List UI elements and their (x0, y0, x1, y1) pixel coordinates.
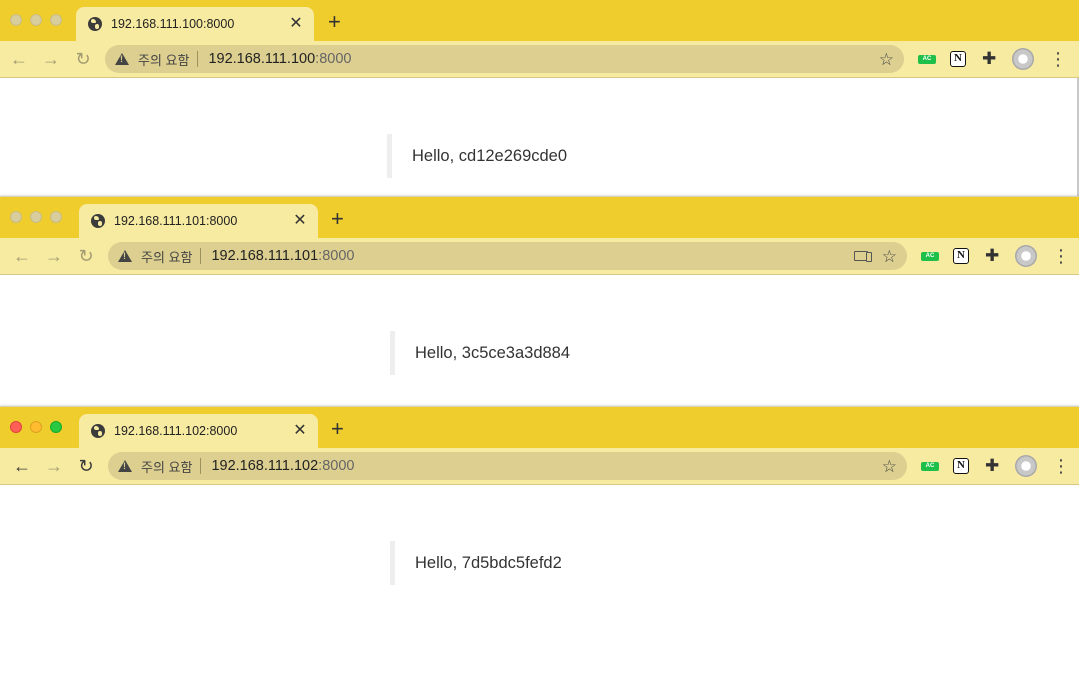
bookmark-star-icon[interactable]: ☆ (882, 458, 897, 475)
browser-menu-icon[interactable]: ⋮ (1049, 49, 1067, 69)
bookmark-star-icon[interactable]: ☆ (879, 51, 894, 68)
zoom-window-button[interactable] (50, 211, 62, 223)
extensions-puzzle-icon[interactable]: ✚ (985, 246, 999, 266)
bookmark-star-icon[interactable]: ☆ (882, 248, 897, 265)
notion-extension-icon[interactable]: N (950, 51, 966, 67)
ac-extension-icon[interactable]: AC (921, 252, 939, 261)
close-tab-icon[interactable]: ✕ (292, 423, 308, 439)
warning-icon[interactable] (118, 250, 132, 262)
url-port: :8000 (318, 458, 355, 474)
address-bar-actions: ☆ (882, 458, 907, 475)
divider (200, 248, 202, 264)
address-bar[interactable]: 주의 요함 192.168.111.102:8000 ☆ (108, 452, 907, 480)
tab-strip: 192.168.111.100:8000 ✕ + (0, 0, 1079, 41)
browser-window-3: 192.168.111.102:8000 ✕ + ← → ↻ 주의 요함 192… (0, 406, 1079, 675)
globe-icon (91, 424, 105, 438)
address-bar[interactable]: 주의 요함 192.168.111.101:8000 ☆ (108, 242, 907, 270)
blockquote: Hello, cd12e269cde0 (387, 134, 567, 178)
toolbar: ← → ↻ 주의 요함 192.168.111.101:8000 ☆ AC N … (0, 238, 1079, 275)
window-controls (10, 421, 62, 433)
tab-title: 192.168.111.101:8000 (114, 214, 238, 228)
reload-button[interactable]: ↻ (73, 49, 93, 69)
browser-menu-icon[interactable]: ⋮ (1052, 246, 1070, 266)
forward-button[interactable]: → (44, 246, 64, 266)
reload-button[interactable]: ↻ (76, 456, 96, 476)
zoom-window-button[interactable] (50, 421, 62, 433)
warning-icon[interactable] (118, 460, 132, 472)
security-warning-label[interactable]: 주의 요함 (141, 457, 192, 476)
close-window-button[interactable] (10, 211, 22, 223)
blockquote: Hello, 3c5ce3a3d884 (390, 331, 570, 375)
divider (200, 458, 202, 474)
address-bar-actions: ☆ (879, 51, 904, 68)
browser-window-1: 192.168.111.100:8000 ✕ + ← → ↻ 주의 요함 192… (0, 0, 1079, 196)
minimize-window-button[interactable] (30, 421, 42, 433)
blockquote: Hello, 7d5bdc5fefd2 (390, 541, 562, 585)
zoom-window-button[interactable] (50, 14, 62, 26)
browser-window-2: 192.168.111.101:8000 ✕ + ← → ↻ 주의 요함 192… (0, 196, 1079, 407)
window-controls (10, 14, 62, 26)
new-tab-button[interactable]: + (331, 418, 344, 440)
minimize-window-button[interactable] (30, 211, 42, 223)
toolbar: ← → ↻ 주의 요함 192.168.111.100:8000 ☆ AC N … (0, 41, 1079, 78)
hello-text: Hello, 7d5bdc5fefd2 (415, 553, 562, 572)
profile-avatar[interactable] (1015, 245, 1037, 267)
notion-extension-icon[interactable]: N (953, 458, 969, 474)
browser-menu-icon[interactable]: ⋮ (1052, 456, 1070, 476)
minimize-window-button[interactable] (30, 14, 42, 26)
ac-extension-icon[interactable]: AC (918, 55, 936, 64)
forward-button[interactable]: → (44, 456, 64, 476)
security-warning-label[interactable]: 주의 요함 (141, 247, 192, 266)
url-host: 192.168.111.102 (211, 458, 319, 474)
close-window-button[interactable] (10, 14, 22, 26)
window-controls (10, 211, 62, 223)
profile-avatar[interactable] (1012, 48, 1034, 70)
close-tab-icon[interactable]: ✕ (288, 16, 304, 32)
tab-active[interactable]: 192.168.111.102:8000 ✕ (79, 414, 318, 448)
forward-button[interactable]: → (41, 49, 61, 69)
globe-icon (88, 17, 102, 31)
url-port: :8000 (315, 51, 352, 67)
security-warning-label[interactable]: 주의 요함 (138, 50, 189, 69)
back-button[interactable]: ← (9, 49, 29, 69)
globe-icon (91, 214, 105, 228)
toolbar: ← → ↻ 주의 요함 192.168.111.102:8000 ☆ AC N … (0, 448, 1079, 485)
address-bar-actions: ☆ (853, 248, 907, 265)
new-tab-button[interactable]: + (331, 208, 344, 230)
tab-strip: 192.168.111.101:8000 ✕ + (0, 197, 1079, 238)
divider (197, 51, 199, 67)
warning-icon[interactable] (115, 53, 129, 65)
back-button[interactable]: ← (12, 456, 32, 476)
extensions-puzzle-icon[interactable]: ✚ (985, 456, 999, 476)
url-host: 192.168.111.100 (208, 51, 316, 67)
ac-extension-icon[interactable]: AC (921, 462, 939, 471)
address-bar[interactable]: 주의 요함 192.168.111.100:8000 ☆ (105, 45, 904, 73)
hello-text: Hello, 3c5ce3a3d884 (415, 343, 571, 362)
back-button[interactable]: ← (12, 246, 32, 266)
profile-avatar[interactable] (1015, 455, 1037, 477)
url-host: 192.168.111.101 (211, 248, 319, 264)
hello-text: Hello, cd12e269cde0 (412, 146, 568, 165)
tab-strip: 192.168.111.102:8000 ✕ + (0, 407, 1079, 448)
extensions-puzzle-icon[interactable]: ✚ (982, 49, 996, 69)
close-tab-icon[interactable]: ✕ (292, 213, 308, 229)
tab-active[interactable]: 192.168.111.100:8000 ✕ (76, 7, 314, 41)
tab-active[interactable]: 192.168.111.101:8000 ✕ (79, 204, 318, 238)
close-window-button[interactable] (10, 421, 22, 433)
tab-title: 192.168.111.102:8000 (114, 424, 238, 438)
notion-extension-icon[interactable]: N (953, 248, 969, 264)
reload-button[interactable]: ↻ (76, 246, 96, 266)
install-app-icon[interactable] (853, 251, 872, 262)
tab-title: 192.168.111.100:8000 (111, 17, 235, 31)
url-port: :8000 (318, 248, 355, 264)
new-tab-button[interactable]: + (328, 11, 341, 33)
